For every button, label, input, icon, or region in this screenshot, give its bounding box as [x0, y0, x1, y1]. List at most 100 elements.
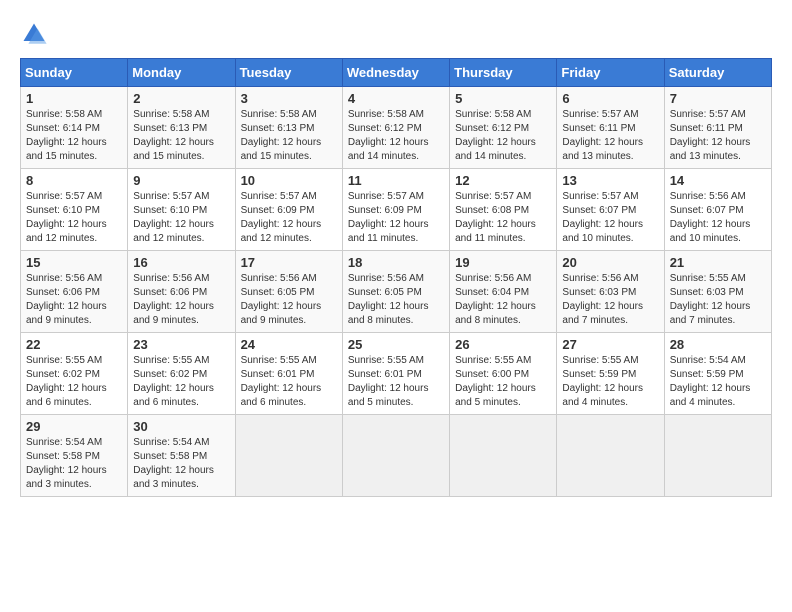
calendar-cell: 1 Sunrise: 5:58 AM Sunset: 6:14 PM Dayli…	[21, 87, 128, 169]
cell-info: Sunrise: 5:57 AM Sunset: 6:11 PM Dayligh…	[562, 108, 658, 164]
calendar-cell: 21 Sunrise: 5:55 AM Sunset: 6:03 PM Dayl…	[664, 251, 771, 333]
day-number: 14	[670, 173, 766, 188]
calendar-cell: 22 Sunrise: 5:55 AM Sunset: 6:02 PM Dayl…	[21, 333, 128, 415]
day-number: 26	[455, 337, 551, 352]
day-number: 17	[241, 255, 337, 270]
calendar-cell: 14 Sunrise: 5:56 AM Sunset: 6:07 PM Dayl…	[664, 169, 771, 251]
cell-info: Sunrise: 5:55 AM Sunset: 6:02 PM Dayligh…	[26, 354, 122, 410]
day-number: 2	[133, 91, 229, 106]
day-of-week-header: Wednesday	[342, 59, 449, 87]
day-number: 20	[562, 255, 658, 270]
logo-icon	[20, 20, 48, 48]
calendar-cell: 23 Sunrise: 5:55 AM Sunset: 6:02 PM Dayl…	[128, 333, 235, 415]
calendar-cell: 9 Sunrise: 5:57 AM Sunset: 6:10 PM Dayli…	[128, 169, 235, 251]
cell-info: Sunrise: 5:56 AM Sunset: 6:03 PM Dayligh…	[562, 272, 658, 328]
cell-info: Sunrise: 5:57 AM Sunset: 6:09 PM Dayligh…	[348, 190, 444, 246]
day-of-week-header: Monday	[128, 59, 235, 87]
cell-info: Sunrise: 5:58 AM Sunset: 6:14 PM Dayligh…	[26, 108, 122, 164]
cell-info: Sunrise: 5:56 AM Sunset: 6:05 PM Dayligh…	[348, 272, 444, 328]
cell-info: Sunrise: 5:58 AM Sunset: 6:12 PM Dayligh…	[455, 108, 551, 164]
calendar-cell	[450, 415, 557, 497]
cell-info: Sunrise: 5:54 AM Sunset: 5:58 PM Dayligh…	[26, 436, 122, 492]
cell-info: Sunrise: 5:57 AM Sunset: 6:09 PM Dayligh…	[241, 190, 337, 246]
calendar-cell	[664, 415, 771, 497]
cell-info: Sunrise: 5:58 AM Sunset: 6:12 PM Dayligh…	[348, 108, 444, 164]
calendar-cell: 16 Sunrise: 5:56 AM Sunset: 6:06 PM Dayl…	[128, 251, 235, 333]
day-number: 21	[670, 255, 766, 270]
cell-info: Sunrise: 5:54 AM Sunset: 5:58 PM Dayligh…	[133, 436, 229, 492]
calendar-week-row: 1 Sunrise: 5:58 AM Sunset: 6:14 PM Dayli…	[21, 87, 772, 169]
day-number: 6	[562, 91, 658, 106]
cell-info: Sunrise: 5:58 AM Sunset: 6:13 PM Dayligh…	[133, 108, 229, 164]
day-number: 10	[241, 173, 337, 188]
calendar-cell: 8 Sunrise: 5:57 AM Sunset: 6:10 PM Dayli…	[21, 169, 128, 251]
day-of-week-header: Thursday	[450, 59, 557, 87]
day-number: 27	[562, 337, 658, 352]
day-number: 3	[241, 91, 337, 106]
calendar-cell: 18 Sunrise: 5:56 AM Sunset: 6:05 PM Dayl…	[342, 251, 449, 333]
cell-info: Sunrise: 5:54 AM Sunset: 5:59 PM Dayligh…	[670, 354, 766, 410]
cell-info: Sunrise: 5:57 AM Sunset: 6:10 PM Dayligh…	[133, 190, 229, 246]
calendar-cell: 5 Sunrise: 5:58 AM Sunset: 6:12 PM Dayli…	[450, 87, 557, 169]
calendar-week-row: 22 Sunrise: 5:55 AM Sunset: 6:02 PM Dayl…	[21, 333, 772, 415]
day-of-week-header: Friday	[557, 59, 664, 87]
calendar-cell: 11 Sunrise: 5:57 AM Sunset: 6:09 PM Dayl…	[342, 169, 449, 251]
calendar-table: SundayMondayTuesdayWednesdayThursdayFrid…	[20, 58, 772, 497]
cell-info: Sunrise: 5:55 AM Sunset: 6:01 PM Dayligh…	[348, 354, 444, 410]
calendar-cell: 4 Sunrise: 5:58 AM Sunset: 6:12 PM Dayli…	[342, 87, 449, 169]
cell-info: Sunrise: 5:57 AM Sunset: 6:07 PM Dayligh…	[562, 190, 658, 246]
calendar-cell: 30 Sunrise: 5:54 AM Sunset: 5:58 PM Dayl…	[128, 415, 235, 497]
calendar-week-row: 8 Sunrise: 5:57 AM Sunset: 6:10 PM Dayli…	[21, 169, 772, 251]
calendar-week-row: 29 Sunrise: 5:54 AM Sunset: 5:58 PM Dayl…	[21, 415, 772, 497]
calendar-cell: 2 Sunrise: 5:58 AM Sunset: 6:13 PM Dayli…	[128, 87, 235, 169]
cell-info: Sunrise: 5:56 AM Sunset: 6:06 PM Dayligh…	[133, 272, 229, 328]
day-number: 18	[348, 255, 444, 270]
cell-info: Sunrise: 5:56 AM Sunset: 6:05 PM Dayligh…	[241, 272, 337, 328]
day-number: 1	[26, 91, 122, 106]
day-of-week-header: Saturday	[664, 59, 771, 87]
day-number: 12	[455, 173, 551, 188]
cell-info: Sunrise: 5:57 AM Sunset: 6:10 PM Dayligh…	[26, 190, 122, 246]
calendar-cell: 25 Sunrise: 5:55 AM Sunset: 6:01 PM Dayl…	[342, 333, 449, 415]
cell-info: Sunrise: 5:56 AM Sunset: 6:07 PM Dayligh…	[670, 190, 766, 246]
cell-info: Sunrise: 5:58 AM Sunset: 6:13 PM Dayligh…	[241, 108, 337, 164]
day-number: 29	[26, 419, 122, 434]
calendar-cell	[342, 415, 449, 497]
day-number: 8	[26, 173, 122, 188]
calendar-cell: 6 Sunrise: 5:57 AM Sunset: 6:11 PM Dayli…	[557, 87, 664, 169]
cell-info: Sunrise: 5:56 AM Sunset: 6:04 PM Dayligh…	[455, 272, 551, 328]
day-number: 15	[26, 255, 122, 270]
day-number: 30	[133, 419, 229, 434]
calendar-cell: 17 Sunrise: 5:56 AM Sunset: 6:05 PM Dayl…	[235, 251, 342, 333]
calendar-cell: 10 Sunrise: 5:57 AM Sunset: 6:09 PM Dayl…	[235, 169, 342, 251]
day-number: 7	[670, 91, 766, 106]
calendar-cell: 19 Sunrise: 5:56 AM Sunset: 6:04 PM Dayl…	[450, 251, 557, 333]
day-number: 28	[670, 337, 766, 352]
calendar-cell	[235, 415, 342, 497]
day-number: 23	[133, 337, 229, 352]
day-of-week-header: Tuesday	[235, 59, 342, 87]
cell-info: Sunrise: 5:57 AM Sunset: 6:11 PM Dayligh…	[670, 108, 766, 164]
cell-info: Sunrise: 5:55 AM Sunset: 5:59 PM Dayligh…	[562, 354, 658, 410]
day-number: 25	[348, 337, 444, 352]
calendar-cell: 29 Sunrise: 5:54 AM Sunset: 5:58 PM Dayl…	[21, 415, 128, 497]
calendar-cell: 15 Sunrise: 5:56 AM Sunset: 6:06 PM Dayl…	[21, 251, 128, 333]
calendar-week-row: 15 Sunrise: 5:56 AM Sunset: 6:06 PM Dayl…	[21, 251, 772, 333]
day-number: 16	[133, 255, 229, 270]
calendar-cell: 26 Sunrise: 5:55 AM Sunset: 6:00 PM Dayl…	[450, 333, 557, 415]
day-number: 11	[348, 173, 444, 188]
cell-info: Sunrise: 5:55 AM Sunset: 6:00 PM Dayligh…	[455, 354, 551, 410]
day-number: 13	[562, 173, 658, 188]
day-number: 9	[133, 173, 229, 188]
calendar-cell: 12 Sunrise: 5:57 AM Sunset: 6:08 PM Dayl…	[450, 169, 557, 251]
cell-info: Sunrise: 5:55 AM Sunset: 6:02 PM Dayligh…	[133, 354, 229, 410]
calendar-cell: 7 Sunrise: 5:57 AM Sunset: 6:11 PM Dayli…	[664, 87, 771, 169]
cell-info: Sunrise: 5:55 AM Sunset: 6:01 PM Dayligh…	[241, 354, 337, 410]
logo	[20, 20, 52, 48]
calendar-cell: 27 Sunrise: 5:55 AM Sunset: 5:59 PM Dayl…	[557, 333, 664, 415]
cell-info: Sunrise: 5:57 AM Sunset: 6:08 PM Dayligh…	[455, 190, 551, 246]
day-number: 24	[241, 337, 337, 352]
calendar-header-row: SundayMondayTuesdayWednesdayThursdayFrid…	[21, 59, 772, 87]
cell-info: Sunrise: 5:55 AM Sunset: 6:03 PM Dayligh…	[670, 272, 766, 328]
calendar-cell: 20 Sunrise: 5:56 AM Sunset: 6:03 PM Dayl…	[557, 251, 664, 333]
